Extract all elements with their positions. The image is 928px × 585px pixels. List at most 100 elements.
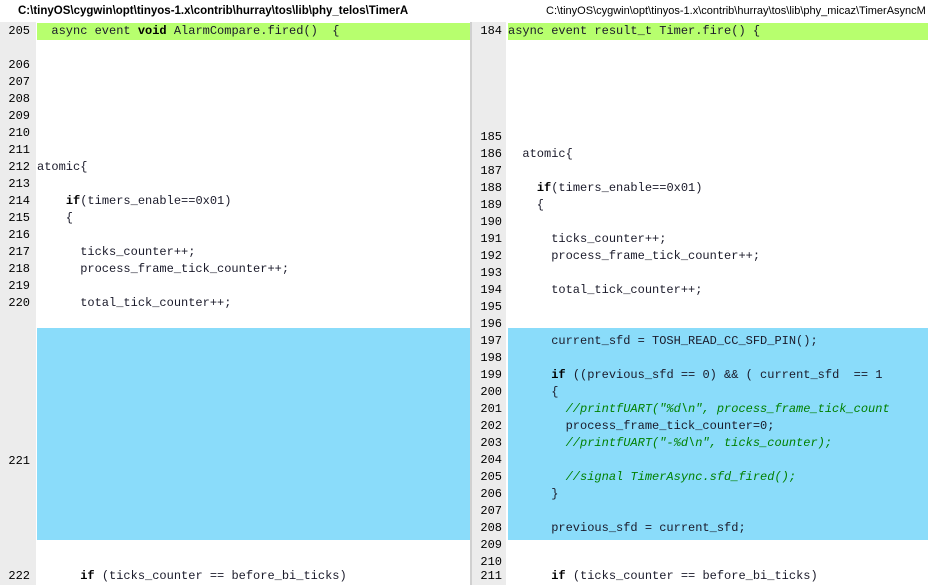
line-number: 192 <box>480 249 502 263</box>
line-number: 205 <box>480 470 502 484</box>
code-line[interactable]: 184 async event result_t Timer.fire() { <box>472 23 928 40</box>
line-number: 214 <box>8 194 30 208</box>
line-number: 189 <box>480 198 502 212</box>
code-line[interactable]: 211 if (ticks_counter == before_bi_ticks… <box>472 568 928 585</box>
code-line[interactable]: 191 ticks_counter++; <box>472 231 928 248</box>
left-code-pane[interactable]: 205 async event void AlarmCompare.fired(… <box>0 22 470 585</box>
code-line[interactable]: 205 //signal TimerAsync.sfd_fired(); <box>472 469 928 486</box>
code-line[interactable]: 204 <box>472 452 928 469</box>
code-text: atomic{ <box>508 146 572 163</box>
code-line[interactable]: 220 total_tick_counter++; <box>0 295 470 312</box>
line-number: 217 <box>8 245 30 259</box>
line-number: 220 <box>8 296 30 310</box>
comment-token: //signal TimerAsync.sfd_fired(); <box>565 470 797 484</box>
code-line[interactable]: 214 if(timers_enable==0x01) <box>0 193 470 210</box>
keyword-token: if <box>551 569 566 583</box>
code-text: if ((previous_sfd == 0) && ( current_sfd… <box>508 367 882 384</box>
code-token: AlarmCompare.fired() { <box>166 24 340 38</box>
line-number: 207 <box>480 504 502 518</box>
line-number: 201 <box>480 402 502 416</box>
code-line[interactable]: 207 <box>0 74 470 91</box>
comment-token: //printfUART("%d\n", process_frame_tick_… <box>565 402 890 416</box>
code-line[interactable]: 217 ticks_counter++; <box>0 244 470 261</box>
code-line[interactable]: 192 process_frame_tick_counter++; <box>472 248 928 265</box>
line-number: 222 <box>8 569 30 583</box>
line-number: 185 <box>480 130 502 144</box>
code-text: { <box>508 197 544 214</box>
code-token: { <box>508 385 559 399</box>
line-number: 219 <box>8 279 30 293</box>
line-number: 194 <box>480 283 502 297</box>
code-line[interactable]: 198 <box>472 350 928 367</box>
code-line[interactable]: 194 total_tick_counter++; <box>472 282 928 299</box>
code-text: //signal TimerAsync.sfd_fired(); <box>508 469 796 486</box>
code-line[interactable]: 206 } <box>472 486 928 503</box>
code-line[interactable]: 207 <box>472 503 928 520</box>
code-token: ticks_counter++; <box>508 232 667 246</box>
code-line[interactable]: 205 async event void AlarmCompare.fired(… <box>0 23 470 40</box>
code-line[interactable]: 202 process_frame_tick_counter=0; <box>472 418 928 435</box>
line-number: 211 <box>480 569 502 583</box>
code-line[interactable]: 219 <box>0 278 470 295</box>
line-number: 197 <box>480 334 502 348</box>
left-file-path: C:\tinyOS\cygwin\opt\tinyos-1.x\contrib\… <box>0 0 470 22</box>
code-line[interactable]: 216 <box>0 227 470 244</box>
code-line[interactable]: 213 <box>0 176 470 193</box>
code-line[interactable]: 197 current_sfd = TOSH_READ_CC_SFD_PIN()… <box>472 333 928 350</box>
code-line[interactable]: 187 <box>472 163 928 180</box>
line-number: 196 <box>480 317 502 331</box>
line-number: 206 <box>480 487 502 501</box>
code-line[interactable]: 186 atomic{ <box>472 146 928 163</box>
code-line[interactable]: 203 //printfUART("-%d\n", ticks_counter)… <box>472 435 928 452</box>
code-text: //printfUART("-%d\n", ticks_counter); <box>508 435 832 452</box>
code-line[interactable]: 221 <box>0 453 470 470</box>
inserted-block-placeholder <box>37 328 470 540</box>
code-text: if(timers_enable==0x01) <box>508 180 703 197</box>
code-text: } <box>508 486 558 503</box>
code-line[interactable]: 185 <box>472 129 928 146</box>
code-line[interactable]: 208 previous_sfd = current_sfd; <box>472 520 928 537</box>
right-file-path: C:\tinyOS\cygwin\opt\tinyos-1.x\contrib\… <box>470 0 928 22</box>
code-line[interactable]: 209 <box>472 537 928 554</box>
code-line[interactable]: 218 process_frame_tick_counter++; <box>0 261 470 278</box>
line-number: 186 <box>480 147 502 161</box>
line-number: 202 <box>480 419 502 433</box>
line-number: 203 <box>480 436 502 450</box>
line-number: 193 <box>480 266 502 280</box>
line-number: 204 <box>480 453 502 467</box>
code-line[interactable]: 201 //printfUART("%d\n", process_frame_t… <box>472 401 928 418</box>
code-token: (timers_enable==0x01) <box>551 181 703 195</box>
code-line[interactable]: 196 <box>472 316 928 333</box>
code-token: atomic{ <box>37 160 88 174</box>
code-line[interactable]: 208 <box>0 91 470 108</box>
code-token: (ticks_counter == before_bi_ticks) <box>565 569 818 583</box>
line-number: 212 <box>8 160 30 174</box>
keyword-token: if <box>536 181 552 195</box>
code-line[interactable]: 222 if (ticks_counter == before_bi_ticks… <box>0 568 470 585</box>
code-line[interactable]: 211 <box>0 142 470 159</box>
line-number: 215 <box>8 211 30 225</box>
code-line[interactable]: 215 { <box>0 210 470 227</box>
code-line[interactable]: 188 if(timers_enable==0x01) <box>472 180 928 197</box>
code-line[interactable]: 206 <box>0 57 470 74</box>
code-token: } <box>508 487 559 501</box>
keyword-token: if <box>80 569 95 583</box>
right-code-pane[interactable]: 184 async event result_t Timer.fire() { 18… <box>472 22 928 585</box>
line-number: 199 <box>480 368 502 382</box>
code-line[interactable]: 189 { <box>472 197 928 214</box>
code-line[interactable]: 199 if ((previous_sfd == 0) && ( current… <box>472 367 928 384</box>
code-line[interactable]: 200 { <box>472 384 928 401</box>
code-text: async event result_t Timer.fire() { <box>508 23 760 40</box>
code-line[interactable]: 209 <box>0 108 470 125</box>
code-token: async event <box>37 24 138 38</box>
code-line[interactable]: 210 <box>0 125 470 142</box>
code-line[interactable]: 212 atomic{ <box>0 159 470 176</box>
line-number: 206 <box>8 58 30 72</box>
code-line[interactable]: 195 <box>472 299 928 316</box>
code-line[interactable]: 190 <box>472 214 928 231</box>
code-line[interactable]: 193 <box>472 265 928 282</box>
line-number: 198 <box>480 351 502 365</box>
